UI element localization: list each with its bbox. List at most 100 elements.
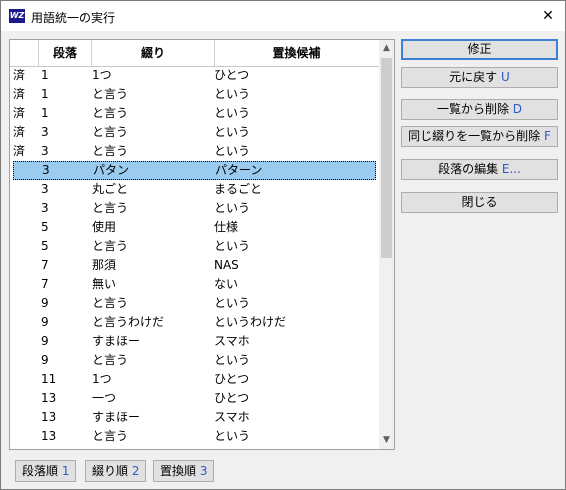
close-icon[interactable]: ✕ — [531, 1, 565, 31]
row-mark: 済 — [13, 144, 26, 158]
row-spelling: 使用 — [92, 220, 117, 234]
list-row[interactable]: 済 1 と言う という — [10, 104, 379, 123]
row-spelling: 那須 — [92, 258, 117, 272]
row-paragraph: 3 — [41, 182, 49, 196]
list-row[interactable]: 11 1つ ひとつ — [10, 370, 379, 389]
row-paragraph: 11 — [41, 372, 57, 386]
row-replacement: NAS — [214, 258, 239, 272]
header-spelling[interactable]: 綴り — [92, 40, 215, 66]
row-spelling: と言う — [92, 144, 129, 158]
row-replacement: という — [214, 144, 251, 158]
row-replacement: ひとつ — [214, 391, 250, 405]
undo-button[interactable]: 元に戻す U — [401, 67, 558, 88]
delete-from-list-button[interactable]: 一覧から削除 D — [401, 99, 558, 120]
list-row[interactable]: 13 と言う という — [10, 427, 379, 446]
row-replacement: という — [214, 239, 251, 253]
term-list[interactable]: 段落 綴り 置換候補 済 1 1つ ひとつ済 1 と言う という済 1 と言う という済 3 と言うと… — [9, 39, 395, 450]
list-row[interactable]: 5 使用 仕様 — [10, 218, 379, 237]
scroll-up-icon[interactable]: ▲ — [379, 40, 394, 57]
row-mark: 済 — [13, 68, 26, 82]
row-spelling: 無い — [92, 277, 117, 291]
row-spelling: 一つ — [92, 391, 117, 405]
row-spelling: 1つ — [92, 68, 112, 82]
row-spelling: と言う — [92, 201, 129, 215]
row-replacement: というわけだ — [214, 315, 287, 329]
row-replacement: パターン — [215, 163, 263, 177]
list-row[interactable]: 13 一つ ひとつ — [10, 389, 379, 408]
row-paragraph: 7 — [41, 277, 49, 291]
row-spelling: パタン — [93, 163, 130, 177]
list-row[interactable]: 9 と言う という — [10, 351, 379, 370]
row-paragraph: 3 — [42, 163, 50, 177]
row-replacement: という — [214, 106, 251, 120]
sort-by-paragraph-tab[interactable]: 段落順 1 — [15, 460, 77, 482]
row-replacement: という — [214, 125, 251, 139]
delete-same-spelling-button[interactable]: 同じ綴りを一覧から削除 F — [401, 126, 558, 147]
row-spelling: と言う — [92, 125, 129, 139]
list-row[interactable]: 済 1 と言う という — [10, 85, 379, 104]
dialog-window: WZ 用語統一の実行 ✕ 段落 綴り 置換候補 済 1 1つ ひとつ済 1 と言う という済… — [0, 0, 566, 490]
sort-by-replacement-tab[interactable]: 置換順 3 — [153, 460, 215, 482]
edit-paragraph-shortcut: E... — [501, 162, 521, 176]
list-row-selected[interactable]: 3 パタン パターン — [13, 161, 376, 180]
sort-by-spelling-tab[interactable]: 綴り順 2 — [85, 460, 147, 482]
list-row[interactable]: 済 3 と言う という — [10, 142, 379, 161]
list-row[interactable]: 7 無い ない — [10, 275, 379, 294]
row-replacement: という — [214, 201, 251, 215]
row-spelling: と言う — [92, 429, 129, 443]
list-row[interactable]: 9 と言うわけだ というわけだ — [10, 313, 379, 332]
header-paragraph[interactable]: 段落 — [39, 40, 92, 66]
edit-paragraph-button[interactable]: 段落の編集 E... — [401, 159, 558, 180]
close-button[interactable]: 閉じる — [401, 192, 558, 213]
row-replacement: ない — [214, 277, 239, 291]
row-replacement: まるごと — [214, 182, 263, 196]
list-row[interactable]: 7 那須 NAS — [10, 256, 379, 275]
row-spelling: すまほー — [92, 334, 141, 348]
list-row[interactable]: 5 と言う という — [10, 237, 379, 256]
sort-tab-label: 段落順 — [22, 464, 59, 478]
list-row[interactable]: 9 すまほー スマホ — [10, 332, 379, 351]
row-paragraph: 13 — [41, 391, 57, 405]
row-paragraph: 5 — [41, 220, 49, 234]
sort-tab-shortcut: 1 — [61, 464, 70, 478]
sort-tab-label: 綴り順 — [92, 464, 129, 478]
row-paragraph: 9 — [41, 353, 49, 367]
row-paragraph: 9 — [41, 315, 49, 329]
list-row[interactable]: 9 と言う という — [10, 294, 379, 313]
row-paragraph: 3 — [41, 144, 49, 158]
row-paragraph: 3 — [41, 201, 49, 215]
row-spelling: 丸ごと — [92, 182, 129, 196]
undo-label: 元に戻す — [449, 70, 498, 84]
row-replacement: という — [214, 87, 251, 101]
list-row[interactable]: 3 と言う という — [10, 199, 379, 218]
sort-tab-label: 置換順 — [160, 464, 197, 478]
row-spelling: と言う — [92, 239, 129, 253]
row-mark: 済 — [13, 106, 26, 120]
row-paragraph: 9 — [41, 334, 49, 348]
row-replacement: スマホ — [214, 334, 250, 348]
header-replacement[interactable]: 置換候補 — [215, 40, 378, 66]
row-paragraph: 1 — [41, 87, 49, 101]
delete-same-shortcut: F — [543, 129, 551, 143]
row-paragraph: 3 — [41, 125, 49, 139]
window-title: 用語統一の実行 — [31, 11, 116, 25]
row-paragraph: 13 — [41, 429, 57, 443]
scroll-down-icon[interactable]: ▼ — [379, 432, 394, 449]
row-paragraph: 1 — [41, 106, 49, 120]
row-replacement: ひとつ — [214, 372, 250, 386]
row-paragraph: 13 — [41, 410, 57, 424]
vertical-scrollbar[interactable]: ▲ ▼ — [379, 40, 394, 449]
row-replacement: スマホ — [214, 410, 250, 424]
row-spelling: 1つ — [92, 372, 112, 386]
scroll-thumb[interactable] — [381, 58, 392, 258]
undo-shortcut: U — [501, 70, 510, 84]
fix-button[interactable]: 修正 — [401, 39, 558, 60]
list-row[interactable]: 済 3 と言う という — [10, 123, 379, 142]
list-row[interactable]: 13 すまほー スマホ — [10, 408, 379, 427]
header-mark[interactable] — [10, 40, 39, 66]
delete-shortcut: D — [512, 102, 523, 116]
row-mark: 済 — [13, 125, 26, 139]
list-row[interactable]: 済 1 1つ ひとつ — [10, 66, 379, 85]
list-row[interactable]: 3 丸ごと まるごと — [10, 180, 379, 199]
title-bar: WZ 用語統一の実行 ✕ — [1, 1, 565, 31]
